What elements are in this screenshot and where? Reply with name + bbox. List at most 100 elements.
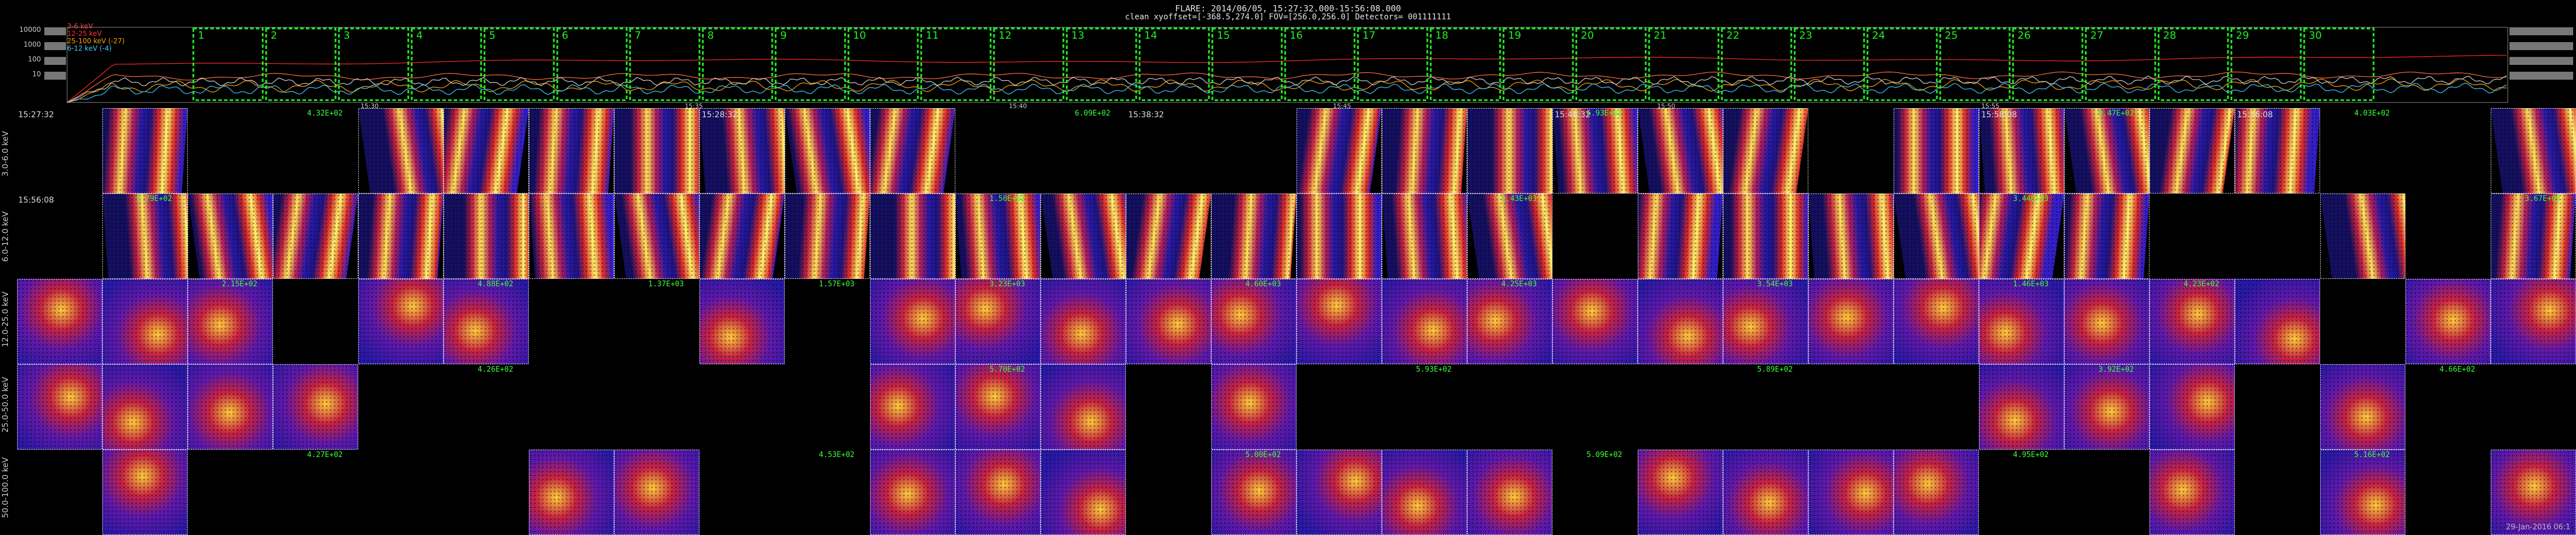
reconstructed-image-tile[interactable]	[785, 108, 870, 194]
reconstructed-image-tile[interactable]	[2405, 279, 2491, 364]
reconstructed-image-tile[interactable]	[1211, 364, 1297, 450]
reconstructed-image-tile[interactable]	[1297, 279, 1382, 364]
reconstructed-image-tile[interactable]	[188, 279, 273, 364]
reconstructed-image-tile[interactable]	[1979, 279, 2064, 364]
reconstructed-image-tile[interactable]	[870, 108, 955, 194]
reconstructed-image-tile[interactable]	[955, 450, 1041, 535]
reconstructed-image-tile[interactable]	[955, 279, 1041, 364]
reconstructed-image-tile[interactable]	[614, 194, 699, 279]
reconstructed-image-tile[interactable]	[2491, 450, 2576, 535]
reconstructed-image-tile[interactable]	[1211, 279, 1297, 364]
reconstructed-image-tile[interactable]	[2320, 194, 2405, 279]
reconstructed-image-tile[interactable]	[1979, 108, 2064, 194]
reconstructed-image-tile[interactable]	[870, 364, 955, 450]
reconstructed-image-tile[interactable]	[2150, 450, 2235, 535]
reconstructed-image-tile[interactable]	[2150, 279, 2235, 364]
reconstructed-image-tile[interactable]	[1382, 194, 1467, 279]
reconstructed-image-tile[interactable]	[529, 108, 614, 194]
reconstructed-image-tile[interactable]	[102, 450, 188, 535]
reconstructed-image-tile[interactable]	[529, 450, 614, 535]
reconstructed-image-tile[interactable]	[1126, 279, 1211, 364]
image-flux-value: 1.37E+03	[648, 280, 684, 289]
reconstructed-image-tile[interactable]	[1382, 450, 1467, 535]
reconstructed-image-tile[interactable]	[1211, 450, 1297, 535]
reconstructed-image-tile[interactable]	[102, 194, 188, 279]
reconstructed-image-tile[interactable]	[699, 108, 785, 194]
reconstructed-image-tile[interactable]	[1894, 450, 1979, 535]
reconstructed-image-tile[interactable]	[17, 364, 102, 450]
reconstructed-image-tile[interactable]	[1638, 108, 1723, 194]
reconstructed-image-tile[interactable]	[870, 194, 955, 279]
reconstructed-image-tile[interactable]	[1382, 279, 1467, 364]
reconstructed-image-tile[interactable]	[2491, 194, 2576, 279]
reconstructed-image-tile[interactable]	[2491, 108, 2576, 194]
reconstructed-image-tile[interactable]	[2150, 108, 2235, 194]
reconstructed-image-tile[interactable]	[1467, 194, 1552, 279]
reconstructed-image-tile[interactable]	[1638, 450, 1723, 535]
reconstructed-image-tile[interactable]	[1126, 194, 1211, 279]
reconstructed-image-tile[interactable]	[1808, 194, 1894, 279]
reconstructed-image-tile[interactable]	[1041, 279, 1126, 364]
reconstructed-image-tile[interactable]	[1723, 279, 1808, 364]
reconstructed-image-tile[interactable]	[2064, 194, 2150, 279]
reconstructed-image-tile[interactable]	[1894, 279, 1979, 364]
reconstructed-image-tile[interactable]	[1211, 194, 1297, 279]
reconstructed-image-tile[interactable]	[2150, 364, 2235, 450]
reconstructed-image-tile[interactable]	[2320, 364, 2405, 450]
reconstructed-image-tile[interactable]	[358, 194, 444, 279]
reconstructed-image-tile[interactable]	[1297, 450, 1382, 535]
reconstructed-image-tile[interactable]	[699, 279, 785, 364]
reconstructed-image-tile[interactable]	[1297, 194, 1382, 279]
reconstructed-image-tile[interactable]	[1467, 279, 1552, 364]
reconstructed-image-tile[interactable]	[2235, 108, 2320, 194]
reconstructed-image-tile[interactable]	[17, 279, 102, 364]
reconstructed-image-tile[interactable]	[273, 364, 358, 450]
reconstructed-image-tile[interactable]	[2491, 279, 2576, 364]
reconstructed-image-tile[interactable]	[1808, 279, 1894, 364]
reconstructed-image-tile[interactable]	[529, 194, 614, 279]
reconstructed-image-tile[interactable]	[1723, 194, 1808, 279]
reconstructed-image-tile[interactable]	[1723, 108, 1808, 194]
reconstructed-image-tile[interactable]	[1894, 194, 1979, 279]
reconstructed-image-tile[interactable]	[2064, 279, 2150, 364]
reconstructed-image-tile[interactable]	[1979, 364, 2064, 450]
reconstructed-image-tile[interactable]	[1552, 108, 1638, 194]
reconstructed-image-tile[interactable]	[699, 194, 785, 279]
reconstructed-image-tile[interactable]	[1041, 450, 1126, 535]
reconstructed-image-tile[interactable]	[358, 108, 444, 194]
reconstructed-image-tile[interactable]	[188, 364, 273, 450]
reconstructed-image-tile[interactable]	[1638, 194, 1723, 279]
reconstructed-image-tile[interactable]	[102, 279, 188, 364]
reconstructed-image-tile[interactable]	[273, 194, 358, 279]
reconstructed-image-tile[interactable]	[1382, 108, 1467, 194]
reconstructed-image-tile[interactable]	[1808, 450, 1894, 535]
reconstructed-image-tile[interactable]	[2320, 450, 2405, 535]
reconstructed-image-tile[interactable]	[2064, 364, 2150, 450]
reconstructed-image-tile[interactable]	[2064, 108, 2150, 194]
reconstructed-image-tile[interactable]	[358, 279, 444, 364]
reconstructed-image-tile[interactable]	[1638, 279, 1723, 364]
reconstructed-image-tile[interactable]	[1297, 108, 1382, 194]
reconstructed-image-tile[interactable]	[1467, 450, 1552, 535]
reconstructed-image-tile[interactable]	[955, 364, 1041, 450]
reconstructed-image-tile[interactable]	[1041, 364, 1126, 450]
reconstructed-image-tile[interactable]	[444, 108, 529, 194]
reconstructed-image-tile[interactable]	[102, 364, 188, 450]
reconstructed-image-tile[interactable]	[614, 450, 699, 535]
reconstructed-image-tile[interactable]	[444, 194, 529, 279]
reconstructed-image-tile[interactable]	[785, 194, 870, 279]
reconstructed-image-tile[interactable]	[1552, 279, 1638, 364]
reconstructed-image-tile[interactable]	[1979, 194, 2064, 279]
reconstructed-image-tile[interactable]	[870, 450, 955, 535]
reconstructed-image-tile[interactable]	[1723, 450, 1808, 535]
reconstructed-image-tile[interactable]	[1041, 194, 1126, 279]
reconstructed-image-tile[interactable]	[870, 279, 955, 364]
reconstructed-image-tile[interactable]	[1467, 108, 1552, 194]
reconstructed-image-tile[interactable]	[102, 108, 188, 194]
reconstructed-image-tile[interactable]	[614, 108, 699, 194]
reconstructed-image-tile[interactable]	[188, 194, 273, 279]
reconstructed-image-tile[interactable]	[2235, 279, 2320, 364]
reconstructed-image-tile[interactable]	[1894, 108, 1979, 194]
reconstructed-image-tile[interactable]	[444, 279, 529, 364]
reconstructed-image-tile[interactable]	[955, 194, 1041, 279]
